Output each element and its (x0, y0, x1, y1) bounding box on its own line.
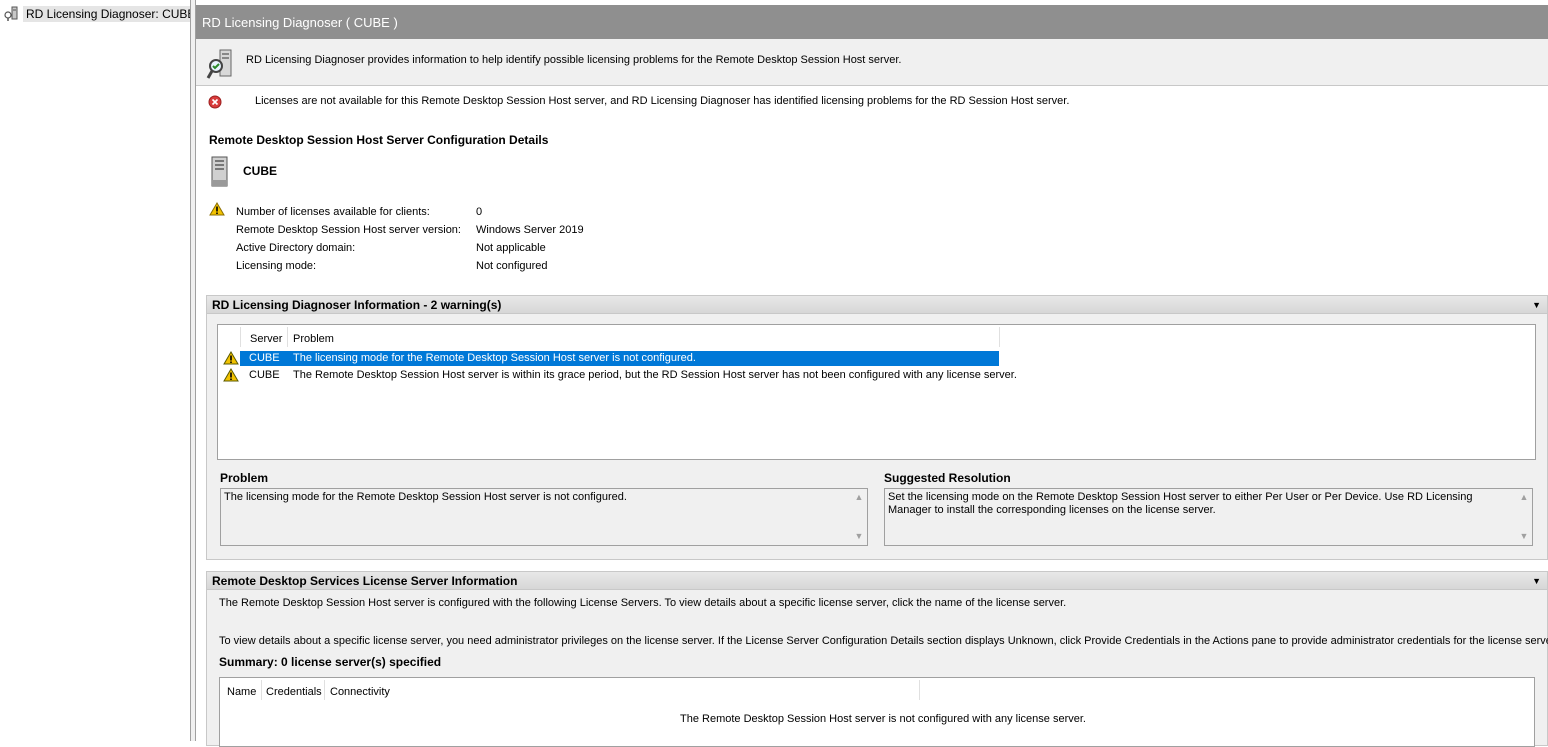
list-item[interactable]: CUBE The Remote Desktop Session Host ser… (240, 368, 1240, 383)
license-server-header[interactable]: Remote Desktop Services License Server I… (207, 572, 1547, 590)
column-header-credentials[interactable]: Credentials (266, 684, 322, 700)
scroll-down-icon[interactable]: ▼ (1518, 530, 1530, 543)
license-server-summary: Summary: 0 license server(s) specified (219, 655, 442, 669)
license-server-section: Remote Desktop Services License Server I… (206, 571, 1548, 747)
resolution-text: Set the licensing mode on the Remote Des… (888, 491, 1473, 516)
column-header-server[interactable]: Server (250, 331, 282, 347)
intro-banner: RD Licensing Diagnoser provides informat… (196, 39, 1548, 86)
empty-list-message: The Remote Desktop Session Host server i… (680, 713, 1086, 725)
licenses-available-value: 0 (476, 206, 483, 218)
row-server: CUBE (249, 352, 280, 364)
navigation-tree: RD Licensing Diagnoser: CUBE (0, 0, 199, 741)
resolution-scrollbar[interactable]: ▲ ▼ (1518, 491, 1530, 543)
diagnoser-info-header[interactable]: RD Licensing Diagnoser Information - 2 w… (207, 296, 1547, 314)
diagnoser-node-icon (3, 5, 19, 24)
scroll-up-icon[interactable]: ▲ (1518, 491, 1530, 504)
column-header-name[interactable]: Name (227, 684, 256, 700)
collapse-arrow-icon[interactable]: ▼ (1532, 572, 1541, 590)
column-separator (240, 327, 241, 347)
ad-domain-label: Active Directory domain: (236, 242, 356, 254)
license-server-desc-2: To view details about a specific license… (219, 635, 1548, 647)
list-item[interactable]: CUBE The licensing mode for the Remote D… (240, 351, 999, 366)
problem-textbox[interactable]: The licensing mode for the Remote Deskto… (220, 488, 868, 546)
scroll-down-icon[interactable]: ▼ (853, 530, 865, 543)
problem-text: The licensing mode for the Remote Deskto… (224, 491, 627, 503)
pane-splitter[interactable] (190, 0, 196, 741)
tree-item-diagnoser[interactable]: RD Licensing Diagnoser: CUBE (3, 5, 199, 24)
problem-scrollbar[interactable]: ▲ ▼ (853, 491, 865, 543)
license-server-title: Remote Desktop Services License Server I… (212, 574, 518, 588)
row-server: CUBE (249, 369, 280, 381)
column-header-problem[interactable]: Problem (293, 331, 334, 347)
column-separator (287, 327, 288, 347)
error-message: Licenses are not available for this Remo… (255, 95, 1070, 107)
license-server-desc-1: The Remote Desktop Session Host server i… (219, 597, 1067, 609)
licenses-available-label: Number of licenses available for clients… (236, 206, 430, 218)
collapse-arrow-icon[interactable]: ▼ (1532, 296, 1541, 314)
licensing-mode-label: Licensing mode: (236, 260, 317, 272)
license-server-list[interactable]: Name Credentials Connectivity The Remote… (219, 677, 1535, 747)
column-separator (261, 680, 262, 700)
resolution-label: Suggested Resolution (884, 471, 1011, 485)
warning-icon (223, 351, 239, 368)
error-icon (208, 95, 222, 112)
config-section-title: Remote Desktop Session Host Server Confi… (209, 133, 549, 147)
ad-domain-value: Not applicable (476, 242, 546, 254)
warning-icon (223, 368, 239, 385)
column-separator (999, 327, 1000, 347)
intro-text: RD Licensing Diagnoser provides informat… (246, 54, 902, 66)
warnings-list[interactable]: Server Problem CUBE The licensing mode f… (217, 324, 1536, 460)
diagnoser-icon (206, 48, 236, 83)
scroll-up-icon[interactable]: ▲ (853, 491, 865, 504)
server-name: CUBE (243, 164, 278, 178)
column-separator (324, 680, 325, 700)
resolution-textbox[interactable]: Set the licensing mode on the Remote Des… (884, 488, 1533, 546)
row-problem: The Remote Desktop Session Host server i… (293, 369, 1017, 381)
problem-label: Problem (220, 471, 269, 485)
diagnoser-info-title: RD Licensing Diagnoser Information - 2 w… (212, 298, 502, 312)
warning-icon (209, 202, 225, 219)
row-problem: The licensing mode for the Remote Deskto… (293, 352, 696, 364)
diagnoser-info-section: RD Licensing Diagnoser Information - 2 w… (206, 295, 1548, 560)
column-header-connectivity[interactable]: Connectivity (330, 684, 390, 700)
server-version-value: Windows Server 2019 (476, 224, 584, 236)
tree-item-label: RD Licensing Diagnoser: CUBE (23, 6, 199, 22)
page-title: RD Licensing Diagnoser ( CUBE ) (196, 5, 1548, 39)
column-separator (919, 680, 920, 700)
server-icon (209, 156, 231, 191)
server-version-label: Remote Desktop Session Host server versi… (236, 224, 461, 236)
licensing-mode-value: Not configured (476, 260, 548, 272)
